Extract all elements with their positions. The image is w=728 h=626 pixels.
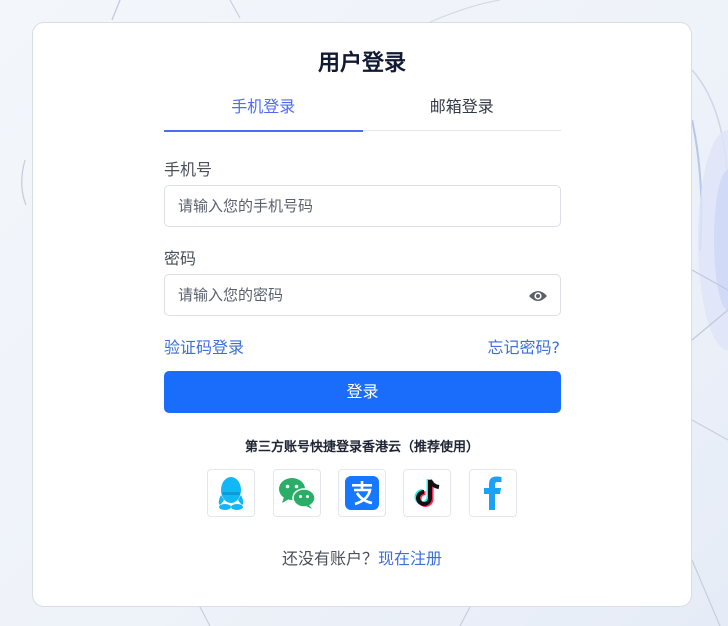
qq-login-button[interactable] — [207, 469, 255, 517]
wechat-login-button[interactable] — [273, 469, 321, 517]
third-party-title: 第三方账号快捷登录香港云（推荐使用） — [244, 440, 479, 455]
register-prompt: 还没有账户？现在注册 — [33, 545, 691, 569]
tab-email-login[interactable]: 邮箱登录 — [363, 93, 562, 130]
facebook-icon — [484, 476, 502, 510]
sms-login-link[interactable]: 验证码登录 — [164, 334, 244, 358]
page-title: 用户登录 — [317, 51, 406, 76]
login-button[interactable]: 登录 — [164, 371, 561, 413]
tab-phone-login[interactable]: 手机登录 — [164, 93, 363, 132]
phone-label: 手机号 — [164, 160, 213, 179]
phone-input[interactable] — [164, 185, 561, 227]
facebook-login-button[interactable] — [469, 469, 517, 517]
tiktok-icon — [414, 479, 440, 507]
login-card: 用户登录 手机登录 邮箱登录 手机号 密码 验证码登录 忘记密码? 登录 第三方… — [32, 22, 692, 607]
tiktok-login-button[interactable] — [403, 469, 451, 517]
qq-icon — [218, 477, 244, 510]
forgot-password-link[interactable]: 忘记密码? — [488, 334, 561, 358]
wechat-icon — [279, 478, 316, 509]
alipay-icon — [345, 476, 379, 510]
register-link[interactable]: 现在注册 — [378, 549, 442, 568]
eye-icon[interactable] — [527, 285, 549, 307]
register-prompt-text: 还没有账户？ — [281, 549, 378, 568]
password-input[interactable] — [164, 274, 561, 316]
password-label: 密码 — [164, 249, 197, 268]
login-tabs: 手机登录 邮箱登录 — [164, 93, 562, 132]
alipay-login-button[interactable] — [338, 469, 386, 517]
